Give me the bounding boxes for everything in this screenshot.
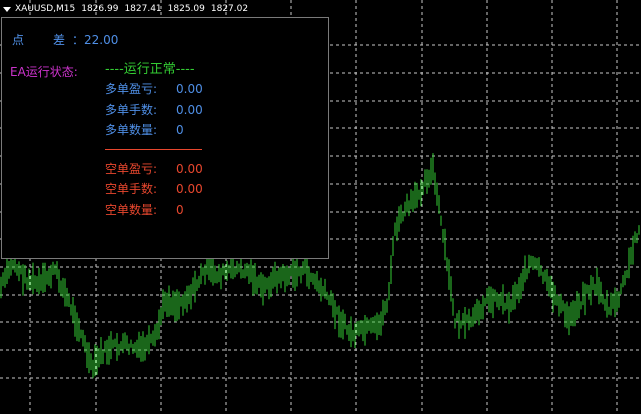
long-pnl-label: 多单盈亏: [105,82,158,96]
short-pnl-value: 0.00 [176,162,203,176]
low-price: 1825.09 [167,4,205,14]
high-price: 1827.41 [124,4,162,14]
chart-header: XAUUSD,M15 1826.99 1827.41 1825.09 1827.… [3,2,248,16]
ea-status-value: ----运行正常---- [105,62,195,77]
long-lots-label: 多单手数: [105,103,158,117]
spread-label-1: 点 [12,33,25,47]
short-lots-label: 空单手数: [105,182,158,196]
ea-info-panel: 点 差 ：22.00 EA运行状态: ----运行正常---- 多单盈亏: 0.… [1,17,329,259]
long-count-label: 多单数量: [105,123,158,137]
long-count-value: 0 [176,123,184,137]
short-pnl-label: 空单盈亏: [105,162,158,176]
ea-status-label: EA运行状态: [10,65,78,79]
short-lots-value: 0.00 [176,182,203,196]
spread-value: ：22.00 [72,33,119,47]
collapse-triangle-icon[interactable] [3,6,11,12]
short-count-label: 空单数量: [105,203,158,217]
symbol-timeframe: XAUUSD,M15 [15,4,76,14]
open-price: 1826.99 [81,4,119,14]
section-divider [105,149,202,150]
long-lots-value: 0.00 [176,103,203,117]
long-pnl-value: 0.00 [176,82,203,96]
short-count-value: 0 [176,203,184,217]
close-price: 1827.02 [210,4,249,14]
spread-label-2: 差 [53,33,66,47]
